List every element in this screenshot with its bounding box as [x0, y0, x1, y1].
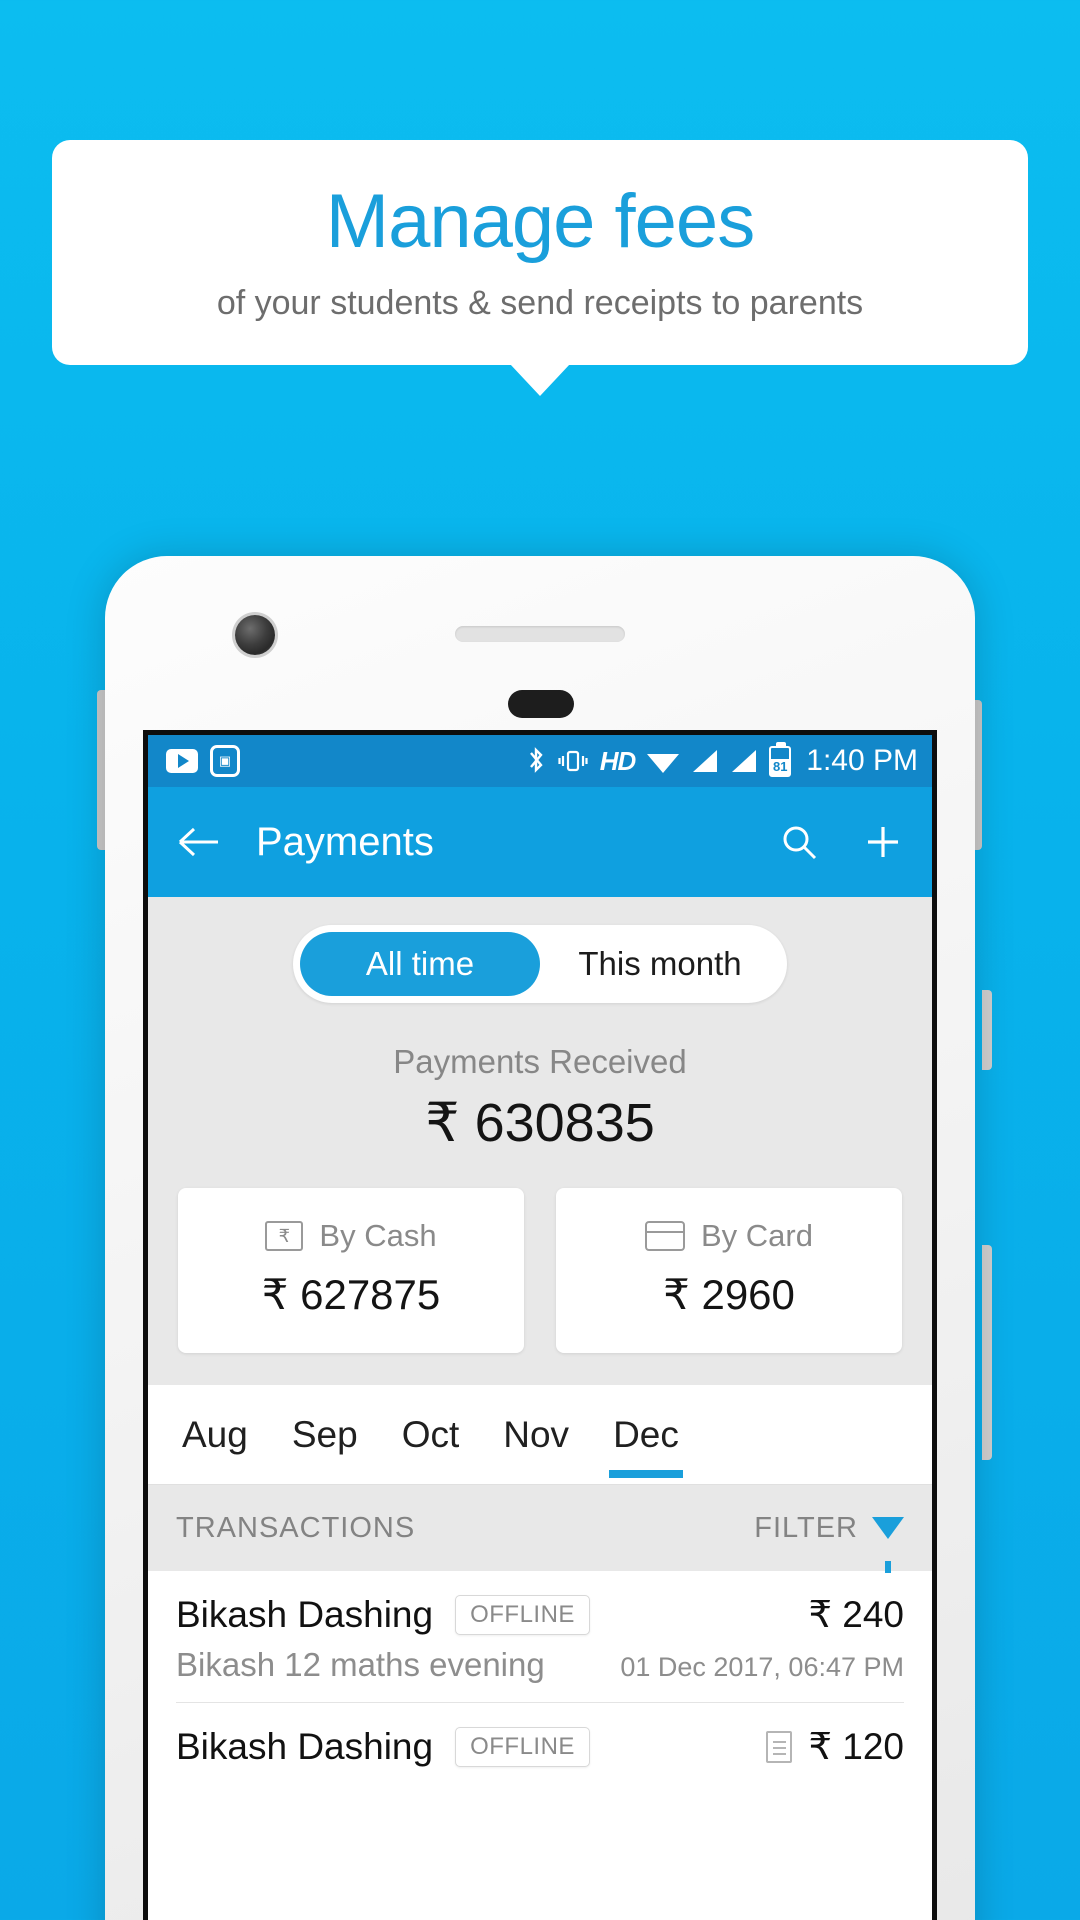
phone-screen: ▣ HD 81 1:40 PM Payments All time This m…: [143, 730, 937, 1920]
by-cash-card-head: ₹ By Cash: [178, 1218, 524, 1254]
status-badge: OFFLINE: [455, 1726, 590, 1767]
cash-note-icon: ₹: [265, 1221, 304, 1251]
receipt-document-icon[interactable]: [766, 1730, 793, 1763]
summary-section: All time This month Payments Received ₹ …: [148, 897, 932, 1385]
transaction-date: 01 Dec 2017, 06:47 PM: [620, 1652, 904, 1682]
funnel-icon: [872, 1517, 904, 1573]
promo-title: Manage fees: [325, 179, 755, 265]
plus-icon[interactable]: [864, 823, 902, 861]
screenshot-icon: ▣: [210, 745, 240, 777]
promo-callout: Manage fees of your students & send rece…: [52, 140, 1028, 365]
arrow-left-icon[interactable]: [178, 826, 220, 858]
status-bar-system-icons: HD 81 1:40 PM: [526, 741, 918, 778]
payments-received-amount: ₹ 630835: [425, 1093, 655, 1153]
app-bar-actions: [780, 823, 902, 861]
by-card-amount: ₹ 2960: [663, 1271, 795, 1318]
transaction-primary-line: Bikash Dashing OFFLINE ₹ 120: [176, 1725, 904, 1768]
tab-dec[interactable]: Dec: [591, 1385, 701, 1484]
transactions-list: Bikash Dashing OFFLINE ₹ 240 Bikash 12 m…: [148, 1571, 932, 1796]
vibrate-icon: [558, 750, 588, 772]
clock: 1:40 PM: [806, 744, 918, 777]
transaction-name: Bikash Dashing: [176, 1593, 434, 1635]
transaction-amount: ₹ 240: [808, 1594, 904, 1635]
transaction-amount: ₹ 120: [808, 1726, 904, 1767]
front-camera-icon: [235, 615, 275, 655]
search-icon[interactable]: [780, 823, 818, 861]
transactions-header: TRANSACTIONS FILTER: [148, 1485, 932, 1573]
transaction-right: ₹ 120: [766, 1725, 904, 1768]
transaction-name: Bikash Dashing: [176, 1725, 434, 1767]
table-row[interactable]: Bikash Dashing OFFLINE ₹ 120: [148, 1703, 932, 1796]
status-bar: ▣ HD 81 1:40 PM: [148, 735, 932, 787]
transaction-secondary-line: Bikash 12 maths evening 01 Dec 2017, 06:…: [176, 1646, 904, 1703]
bluetooth-icon: [529, 747, 543, 773]
status-bar-notifications: ▣: [166, 745, 240, 777]
by-cash-card[interactable]: ₹ By Cash ₹ 627875: [178, 1188, 524, 1353]
promo-callout-tail: [510, 364, 570, 396]
month-tabs: Aug Sep Oct Nov Dec: [148, 1385, 932, 1485]
time-range-toggle: All time This month: [293, 925, 787, 1003]
battery-icon: 81: [769, 741, 792, 777]
earpiece-speaker: [455, 626, 625, 642]
filter-label: FILTER: [754, 1511, 858, 1544]
credit-card-icon: [645, 1221, 685, 1251]
by-card-label: By Card: [701, 1218, 813, 1253]
table-row[interactable]: Bikash Dashing OFFLINE ₹ 240 Bikash 12 m…: [148, 1571, 932, 1703]
status-badge: OFFLINE: [455, 1594, 590, 1635]
transaction-right: ₹ 240: [808, 1593, 904, 1636]
by-card-card[interactable]: By Card ₹ 2960: [556, 1188, 902, 1353]
proximity-sensor: [508, 690, 574, 718]
phone-volume-button: [982, 990, 992, 1070]
transaction-description: Bikash 12 maths evening: [176, 1646, 545, 1683]
signal-icon: [732, 750, 757, 772]
wifi-icon: [647, 754, 680, 773]
tab-oct[interactable]: Oct: [380, 1385, 482, 1484]
by-cash-amount: ₹ 627875: [261, 1271, 441, 1318]
youtube-icon: [166, 749, 198, 773]
battery-level: 81: [771, 758, 790, 775]
promo-subtitle: of your students & send receipts to pare…: [216, 283, 864, 322]
app-bar: Payments: [148, 787, 932, 897]
tab-nov[interactable]: Nov: [481, 1385, 591, 1484]
payment-method-cards: ₹ By Cash ₹ 627875 By Card ₹ 2960: [178, 1188, 902, 1353]
segment-this-month[interactable]: This month: [540, 932, 780, 996]
transaction-primary-line: Bikash Dashing OFFLINE ₹ 240: [176, 1593, 904, 1636]
transactions-title: TRANSACTIONS: [176, 1511, 416, 1544]
signal-icon: [693, 750, 718, 772]
transaction-secondary-line: [176, 1778, 904, 1796]
filter-button[interactable]: FILTER: [754, 1511, 904, 1573]
payments-received-label: Payments Received: [393, 1043, 687, 1080]
segment-all-time[interactable]: All time: [300, 932, 540, 996]
by-cash-label: By Cash: [319, 1218, 437, 1253]
by-card-card-head: By Card: [556, 1218, 902, 1254]
page-title: Payments: [256, 819, 434, 864]
hd-icon: HD: [599, 745, 637, 776]
phone-power-button: [982, 1245, 992, 1460]
tab-aug[interactable]: Aug: [160, 1385, 270, 1484]
tab-sep[interactable]: Sep: [270, 1385, 380, 1484]
